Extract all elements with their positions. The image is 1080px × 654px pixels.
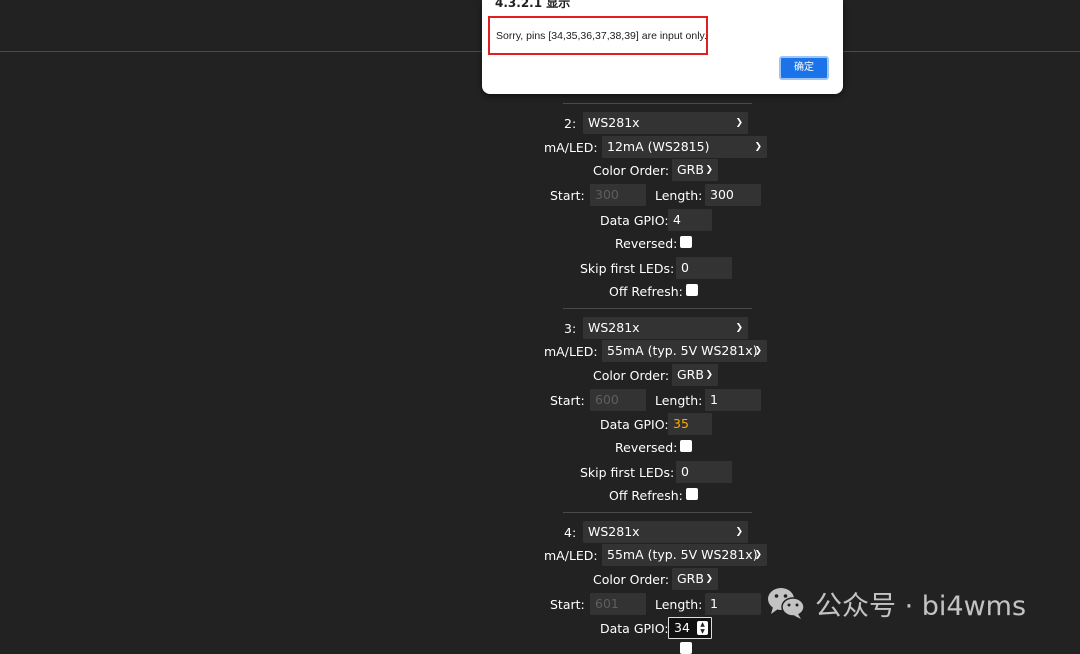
start-input[interactable]: 300	[590, 184, 646, 206]
ma-led-label: mA/LED:	[544, 548, 598, 563]
data-gpio-input[interactable]: 4	[668, 209, 712, 231]
start-label: Start:	[550, 393, 585, 408]
chevron-down-icon: ❯	[754, 142, 762, 152]
output-index: 3:	[564, 321, 577, 336]
reversed-checkbox[interactable]	[680, 642, 692, 654]
length-label: Length:	[655, 597, 703, 612]
chevron-down-icon: ❯	[705, 165, 713, 175]
color-order-label: Color Order:	[593, 572, 670, 587]
divider	[563, 103, 752, 104]
data-gpio-label: Data GPIO:	[600, 417, 669, 432]
start-input[interactable]: 601	[590, 593, 646, 615]
start-input[interactable]: 600	[590, 389, 646, 411]
output-index: 2:	[564, 116, 577, 131]
off-refresh-checkbox[interactable]	[686, 284, 698, 296]
chevron-down-icon: ❯	[735, 118, 743, 128]
chevron-down-icon: ❯	[735, 527, 743, 537]
watermark-text: 公众号 · bi4wms	[815, 590, 1027, 622]
length-label: Length:	[655, 393, 703, 408]
spinner-arrows-icon[interactable]: ▲ ▼	[697, 621, 708, 635]
chevron-down-icon: ❯	[735, 323, 743, 333]
led-type-select[interactable]: WS281x ❯	[583, 521, 748, 543]
start-label: Start:	[550, 188, 585, 203]
data-gpio-label: Data GPIO:	[600, 621, 669, 636]
length-input[interactable]: 1	[705, 593, 761, 615]
skip-first-input[interactable]: 0	[676, 461, 732, 483]
length-label: Length:	[655, 188, 703, 203]
data-gpio-label: Data GPIO:	[600, 213, 669, 228]
off-refresh-checkbox[interactable]	[686, 488, 698, 500]
reversed-checkbox[interactable]	[680, 236, 692, 248]
color-order-label: Color Order:	[593, 368, 670, 383]
divider	[563, 308, 752, 309]
color-order-label: Color Order:	[593, 163, 670, 178]
ma-led-select[interactable]: 55mA (typ. 5V WS281x) ❯	[602, 544, 767, 566]
alert-dialog: 4.3.2.1 显示 Sorry, pins [34,35,36,37,38,3…	[482, 0, 843, 94]
length-input[interactable]: 1	[705, 389, 761, 411]
dialog-message: Sorry, pins [34,35,36,37,38,39] are inpu…	[496, 30, 707, 42]
ma-led-label: mA/LED:	[544, 344, 598, 359]
reversed-label: Reversed:	[615, 440, 678, 455]
ok-button[interactable]: 确定	[779, 56, 829, 80]
length-input[interactable]: 300	[705, 184, 761, 206]
off-refresh-label: Off Refresh:	[609, 488, 683, 503]
color-order-select[interactable]: GRB ❯	[672, 568, 718, 590]
wechat-icon	[767, 586, 805, 620]
output-index: 4:	[564, 525, 577, 540]
start-label: Start:	[550, 597, 585, 612]
skip-first-input[interactable]: 0	[676, 257, 732, 279]
chevron-down-icon: ❯	[754, 550, 762, 560]
data-gpio-input[interactable]: 35	[668, 413, 712, 435]
chevron-down-icon: ❯	[754, 346, 762, 356]
off-refresh-label: Off Refresh:	[609, 284, 683, 299]
reversed-label: Reversed:	[615, 236, 678, 251]
ma-led-select[interactable]: 12mA (WS2815) ❯	[602, 136, 767, 158]
page: 2: WS281x ❯ mA/LED: 12mA (WS2815) ❯ Color …	[0, 0, 1080, 654]
watermark: 公众号 · bi4wms	[767, 586, 1027, 622]
dialog-title: 4.3.2.1 显示	[495, 0, 571, 10]
ma-led-label: mA/LED:	[544, 140, 598, 155]
reversed-checkbox[interactable]	[680, 440, 692, 452]
skip-first-label: Skip first LEDs:	[580, 261, 675, 276]
led-type-select[interactable]: WS281x ❯	[583, 317, 748, 339]
chevron-down-icon: ❯	[705, 370, 713, 380]
color-order-select[interactable]: GRB ❯	[672, 364, 718, 386]
data-gpio-input[interactable]: 34 ▲ ▼	[668, 617, 712, 639]
color-order-select[interactable]: GRB ❯	[672, 159, 718, 181]
ma-led-select[interactable]: 55mA (typ. 5V WS281x) ❯	[602, 340, 767, 362]
chevron-down-icon: ❯	[705, 574, 713, 584]
divider	[563, 512, 752, 513]
skip-first-label: Skip first LEDs:	[580, 465, 675, 480]
led-type-select[interactable]: WS281x ❯	[583, 112, 748, 134]
